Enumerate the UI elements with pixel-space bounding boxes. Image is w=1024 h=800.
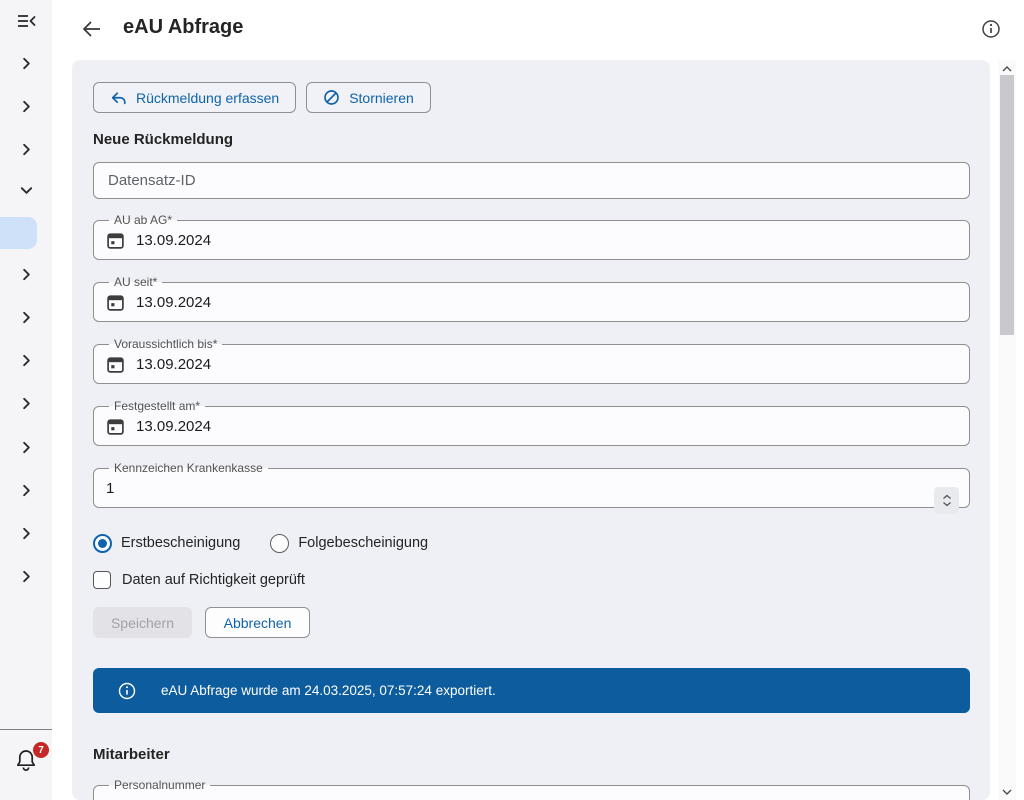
sidebar-item-6[interactable] xyxy=(13,262,39,286)
personalnummer-field[interactable]: Personalnummer xyxy=(93,779,970,800)
festgestellt-am-value: 13.09.2024 xyxy=(136,418,211,435)
calendar-icon xyxy=(106,231,125,250)
back-arrow-icon[interactable] xyxy=(80,17,104,41)
sidebar-item-5-selected[interactable] xyxy=(0,217,37,249)
stornieren-label: Stornieren xyxy=(349,90,414,106)
sidebar-item-11[interactable] xyxy=(13,478,39,502)
au-ab-ag-field[interactable]: AU ab AG* 13.09.2024 xyxy=(93,214,970,260)
chevron-right-icon xyxy=(19,310,34,325)
au-ab-ag-value: 13.09.2024 xyxy=(136,232,211,249)
au-seit-label: AU seit* xyxy=(109,276,162,289)
voraussichtlich-bis-value: 13.09.2024 xyxy=(136,356,211,373)
collapse-menu-icon[interactable] xyxy=(13,9,39,33)
festgestellt-am-label: Festgestellt am* xyxy=(109,400,205,413)
spinner-up-icon xyxy=(942,494,952,500)
kennzeichen-krankenkasse-field[interactable]: Kennzeichen Krankenkasse 1 xyxy=(93,462,970,508)
chevron-right-icon xyxy=(19,483,34,498)
au-seit-value: 13.09.2024 xyxy=(136,294,211,311)
export-info-text: eAU Abfrage wurde am 24.03.2025, 07:57:2… xyxy=(161,683,496,698)
sidebar-item-2[interactable] xyxy=(13,94,39,118)
banner-info-icon xyxy=(117,681,137,701)
action-buttons: Rückmeldung erfassen Stornieren xyxy=(93,82,970,113)
eau-form-panel: Rückmeldung erfassen Stornieren Neue Rüc… xyxy=(72,60,990,800)
richtigkeit-checkbox-row[interactable]: Daten auf Richtigkeit geprüft xyxy=(93,570,970,590)
vertical-scrollbar[interactable] xyxy=(998,60,1016,800)
stornieren-button[interactable]: Stornieren xyxy=(306,82,431,113)
scroll-down-icon[interactable] xyxy=(998,784,1016,799)
datensatz-id-placeholder: Datensatz-ID xyxy=(108,172,196,189)
chevron-right-icon xyxy=(19,396,34,411)
radio-selected-icon xyxy=(93,534,112,553)
sidebar-item-9[interactable] xyxy=(13,391,39,415)
number-spinner[interactable] xyxy=(934,487,959,514)
sidebar-item-7[interactable] xyxy=(13,305,39,329)
scroll-up-icon[interactable] xyxy=(998,61,1016,76)
sidebar-item-8[interactable] xyxy=(13,348,39,372)
undo-icon xyxy=(110,89,127,106)
calendar-icon xyxy=(106,417,125,436)
notifications-bell-icon[interactable]: 7 xyxy=(13,746,43,778)
chevron-right-icon xyxy=(19,142,34,157)
notification-badge: 7 xyxy=(33,742,49,758)
spinner-down-icon xyxy=(942,501,952,507)
section-title-mitarbeiter: Mitarbeiter xyxy=(93,745,970,765)
bescheinigung-radio-group: Erstbescheinigung Folgebescheinigung xyxy=(93,533,970,553)
header: eAU Abfrage xyxy=(52,0,1024,60)
scrollbar-thumb[interactable] xyxy=(1000,75,1014,335)
radio-unselected-icon xyxy=(270,534,289,553)
calendar-icon xyxy=(106,355,125,374)
voraussichtlich-bis-field[interactable]: Voraussichtlich bis* 13.09.2024 xyxy=(93,338,970,384)
radio-erstbescheinigung-label: Erstbescheinigung xyxy=(121,535,240,551)
chevron-right-icon xyxy=(19,99,34,114)
sidebar-item-13[interactable] xyxy=(13,564,39,588)
checkbox-unchecked-icon[interactable] xyxy=(93,571,111,589)
chevron-right-icon xyxy=(19,56,34,71)
chevron-right-icon xyxy=(19,440,34,455)
datensatz-id-input[interactable]: Datensatz-ID xyxy=(93,162,970,199)
radio-folgebescheinigung-label: Folgebescheinigung xyxy=(298,535,428,551)
festgestellt-am-field[interactable]: Festgestellt am* 13.09.2024 xyxy=(93,400,970,446)
au-ab-ag-label: AU ab AG* xyxy=(109,214,177,227)
chevron-right-icon xyxy=(19,267,34,282)
sidebar-item-10[interactable] xyxy=(13,435,39,459)
chevron-down-icon xyxy=(19,183,34,198)
voraussichtlich-bis-label: Voraussichtlich bis* xyxy=(109,338,222,351)
section-title-neue-rueckmeldung: Neue Rückmeldung xyxy=(93,130,970,150)
sidebar-item-3[interactable] xyxy=(13,137,39,161)
sidebar-item-4[interactable] xyxy=(13,178,39,202)
rueckmeldung-erfassen-button[interactable]: Rückmeldung erfassen xyxy=(93,82,296,113)
richtigkeit-checkbox-label: Daten auf Richtigkeit geprüft xyxy=(122,572,305,588)
export-info-banner: eAU Abfrage wurde am 24.03.2025, 07:57:2… xyxy=(93,668,970,713)
radio-folgebescheinigung[interactable]: Folgebescheinigung xyxy=(270,534,428,553)
speichern-button[interactable]: Speichern xyxy=(93,607,192,638)
page-title: eAU Abfrage xyxy=(123,16,243,39)
chevron-right-icon xyxy=(19,353,34,368)
personalnummer-label: Personalnummer xyxy=(109,779,210,792)
sidebar-divider xyxy=(0,729,52,730)
form-buttons: Speichern Abbrechen xyxy=(93,607,970,638)
chevron-right-icon xyxy=(19,569,34,584)
sidebar: 7 xyxy=(0,0,52,800)
info-icon[interactable] xyxy=(980,18,1002,40)
sidebar-item-12[interactable] xyxy=(13,521,39,545)
rueckmeldung-erfassen-label: Rückmeldung erfassen xyxy=(136,90,279,106)
sidebar-item-1[interactable] xyxy=(13,51,39,75)
radio-erstbescheinigung[interactable]: Erstbescheinigung xyxy=(93,534,240,553)
au-seit-field[interactable]: AU seit* 13.09.2024 xyxy=(93,276,970,322)
abbrechen-button[interactable]: Abbrechen xyxy=(205,607,310,638)
kennzeichen-krankenkasse-value: 1 xyxy=(106,480,114,497)
cancel-icon xyxy=(323,89,340,106)
kennzeichen-krankenkasse-label: Kennzeichen Krankenkasse xyxy=(109,462,268,475)
chevron-right-icon xyxy=(19,526,34,541)
calendar-icon xyxy=(106,293,125,312)
